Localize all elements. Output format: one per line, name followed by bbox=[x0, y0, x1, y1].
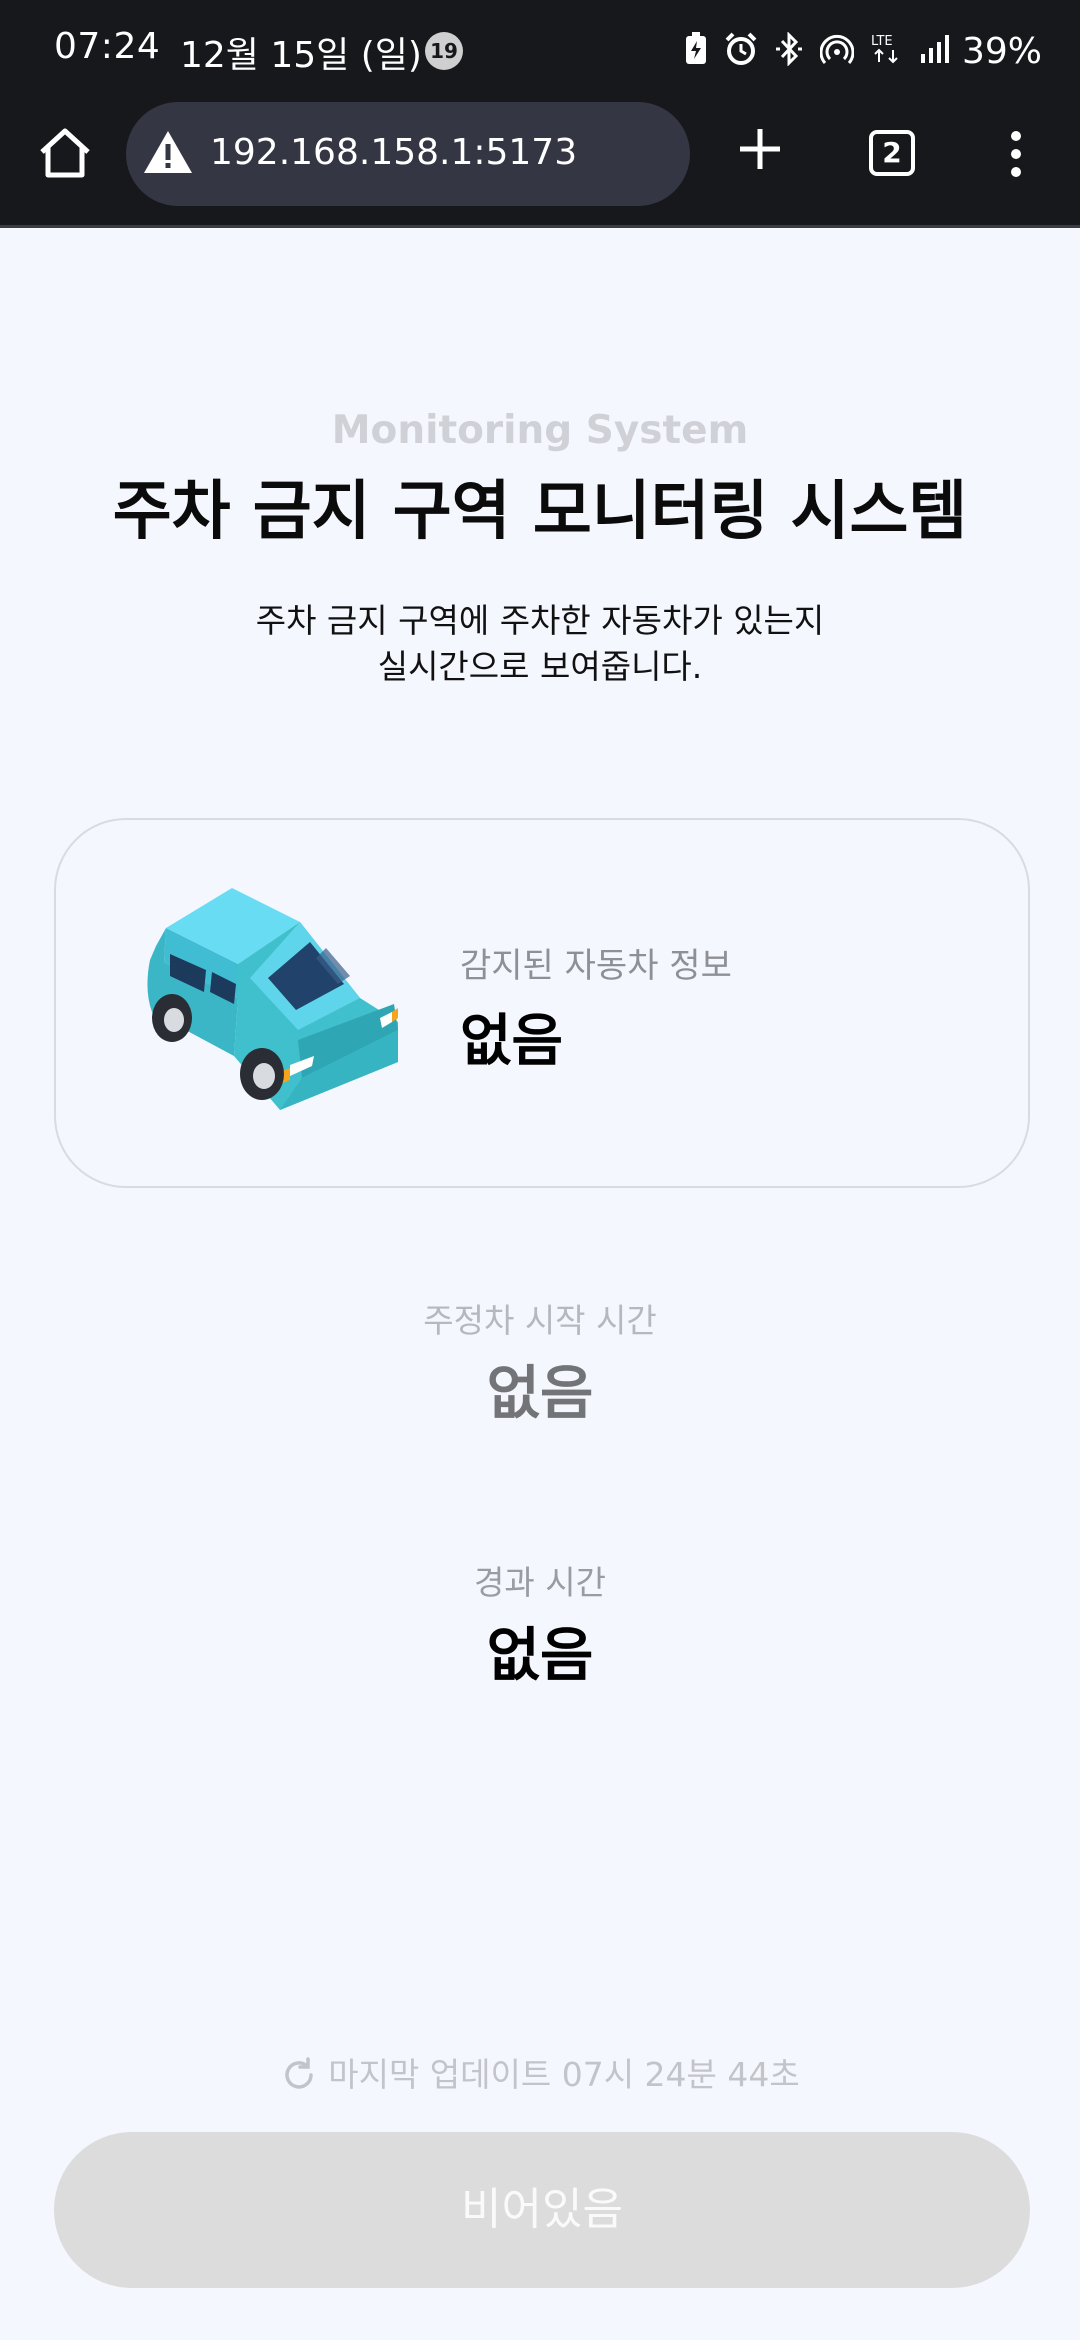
status-button[interactable]: 비어있음 bbox=[54, 2132, 1030, 2288]
parking-start-label: 주정차 시작 시간 bbox=[423, 1301, 657, 1340]
car-icon bbox=[130, 880, 430, 1130]
last-update: 마지막 업데이트 07시 24분 44초 bbox=[0, 2048, 1080, 2096]
battery-percent: 39% bbox=[961, 30, 1042, 72]
battery-saver-icon bbox=[684, 32, 708, 70]
new-tab-icon[interactable] bbox=[735, 124, 785, 174]
parking-start-value: 없음 bbox=[486, 1359, 594, 1427]
lte-icon: LTE bbox=[870, 32, 904, 70]
menu-icon[interactable] bbox=[1004, 128, 1028, 180]
elapsed-time-value: 없음 bbox=[486, 1621, 594, 1689]
warning-icon[interactable] bbox=[142, 128, 194, 176]
bluetooth-icon bbox=[774, 31, 804, 70]
elapsed-time-label: 경과 시간 bbox=[474, 1563, 606, 1602]
status-bar: 07:24 12월 15일 (일) 19 LTE 39% bbox=[0, 0, 1080, 100]
browser-toolbar: 192.168.158.1:5173 2 bbox=[0, 100, 1080, 228]
home-icon[interactable] bbox=[34, 122, 96, 184]
detected-car-card: 감지된 자동차 정보 없음 bbox=[54, 818, 1030, 1188]
hotspot-icon bbox=[819, 32, 855, 70]
last-update-text: 마지막 업데이트 07시 24분 44초 bbox=[328, 2055, 800, 2094]
signal-icon bbox=[920, 34, 950, 68]
page-title: 주차 금지 구역 모니터링 시스템 bbox=[112, 475, 968, 549]
detected-car-value: 없음 bbox=[460, 1009, 564, 1074]
detected-car-label: 감지된 자동차 정보 bbox=[460, 946, 732, 986]
tab-switcher-icon[interactable]: 2 bbox=[869, 130, 915, 176]
description-line-1: 주차 금지 구역에 주차한 자동차가 있는지 bbox=[255, 601, 825, 640]
refresh-icon bbox=[285, 2057, 313, 2089]
status-date: 12월 15일 (일) bbox=[180, 35, 422, 76]
description-line-2: 실시간으로 보여줍니다. bbox=[377, 647, 703, 686]
status-time: 07:24 bbox=[54, 26, 161, 67]
alarm-icon bbox=[724, 32, 758, 70]
eyebrow-text: Monitoring System bbox=[331, 408, 749, 453]
svg-text:LTE: LTE bbox=[871, 34, 893, 49]
address-bar[interactable]: 192.168.158.1:5173 bbox=[126, 102, 690, 206]
status-icons: LTE 39% bbox=[668, 28, 1042, 74]
page-description: 주차 금지 구역에 주차한 자동차가 있는지 실시간으로 보여줍니다. bbox=[0, 598, 1080, 690]
url-text[interactable]: 192.168.158.1:5173 bbox=[210, 132, 577, 173]
notification-count-badge: 19 bbox=[425, 32, 463, 70]
